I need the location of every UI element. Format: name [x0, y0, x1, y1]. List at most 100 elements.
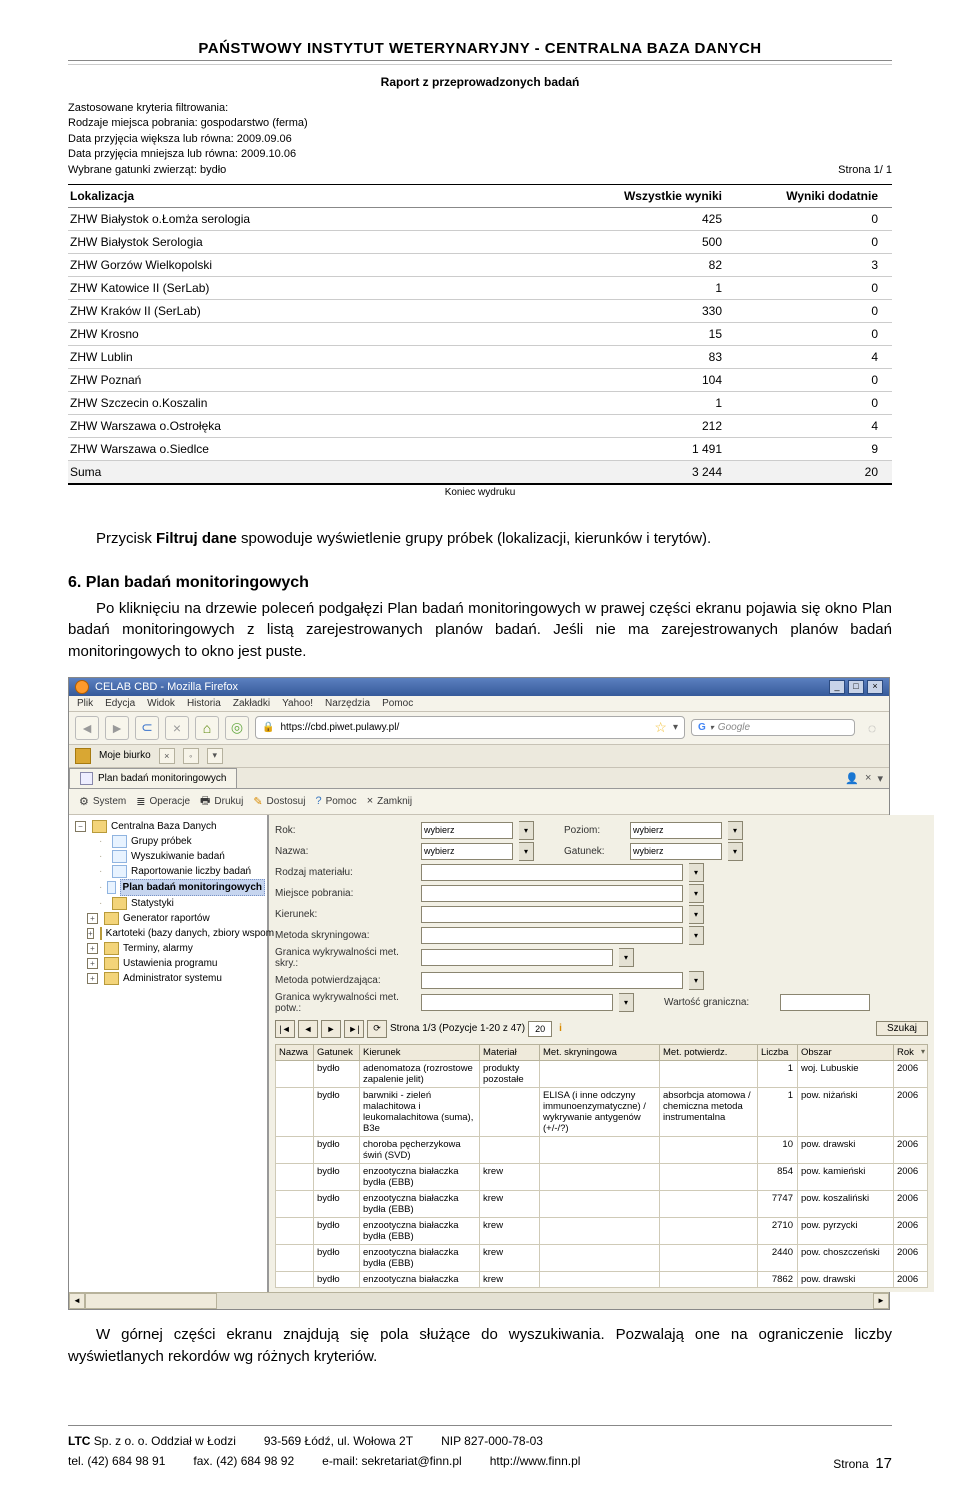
scroll-right-icon[interactable]: ►	[873, 1293, 889, 1309]
maximize-button[interactable]: □	[848, 680, 864, 694]
tab-plan-badan[interactable]: Plan badań monitoringowych	[69, 768, 237, 788]
dropdown-icon[interactable]: ▾	[519, 842, 534, 861]
desk-dropdown-icon[interactable]: ▾	[207, 748, 223, 764]
tree-item[interactable]: Statystyki	[131, 896, 174, 911]
tb-system[interactable]: ⚙System	[79, 795, 126, 808]
bookmark-star-icon[interactable]: ☆	[654, 719, 667, 736]
grid-row[interactable]: bydłoenzootyczna białaczkakrew7862pow. d…	[276, 1271, 928, 1287]
field-input[interactable]	[780, 994, 870, 1011]
grid-header[interactable]: Met. skryningowa	[540, 1044, 660, 1060]
user-icon[interactable]: 👤	[845, 772, 859, 785]
pager-refresh-icon[interactable]: ⟳	[367, 1020, 387, 1038]
pager-prev-icon[interactable]: ◄	[298, 1020, 318, 1038]
field-input[interactable]	[421, 927, 683, 944]
back-button[interactable]: ◄	[75, 716, 99, 740]
horizontal-scrollbar[interactable]: ◄ ►	[69, 1292, 889, 1309]
url-dropdown-icon[interactable]: ▾	[673, 722, 678, 733]
reload-button[interactable]: ⊂	[135, 716, 159, 740]
home-button[interactable]: ⌂	[195, 716, 219, 740]
field-input[interactable]: wybierz	[630, 843, 722, 860]
grid-row[interactable]: bydłoenzootyczna białaczka bydła (EBB)kr…	[276, 1244, 928, 1271]
grid-row[interactable]: bydłoadenomatoza (rozrostowe zapalenie j…	[276, 1060, 928, 1087]
menu-edycja[interactable]: Edycja	[105, 698, 135, 709]
menu-narzedzia[interactable]: Narzędzia	[325, 698, 370, 709]
minimize-button[interactable]: _	[829, 680, 845, 694]
scroll-left-icon[interactable]: ◄	[69, 1293, 85, 1309]
tab-close-icon[interactable]: ×	[865, 772, 871, 785]
dropdown-icon[interactable]: ▾	[689, 884, 704, 903]
scroll-thumb[interactable]	[85, 1293, 217, 1309]
tree-item[interactable]: Ustawienia programu	[123, 956, 218, 971]
dropdown-icon[interactable]: ▾	[689, 863, 704, 882]
grid-row[interactable]: bydłochoroba pęcherzykowa świń (SVD)10po…	[276, 1136, 928, 1163]
tb-operacje[interactable]: ≣Operacje	[136, 795, 190, 808]
tree-expand-icon[interactable]: +	[87, 913, 98, 924]
field-input[interactable]: wybierz	[421, 843, 513, 860]
menu-plik[interactable]: Plik	[77, 698, 93, 709]
field-input[interactable]	[421, 972, 683, 989]
field-input[interactable]	[421, 885, 683, 902]
nav-tree[interactable]: −Centralna Baza Danych · Grupy próbek· W…	[69, 815, 269, 1292]
url-bar[interactable]: 🔒 https://cbd.piwet.pulawy.pl/ ☆ ▾	[255, 716, 685, 739]
forward-button[interactable]: ►	[105, 716, 129, 740]
dropdown-icon[interactable]: ▾	[689, 926, 704, 945]
menu-zakladki[interactable]: Zakładki	[233, 698, 270, 709]
tree-expand-icon[interactable]: +	[87, 928, 94, 939]
close-button[interactable]: ×	[867, 680, 883, 694]
tree-root[interactable]: Centralna Baza Danych	[111, 819, 217, 834]
grid-header[interactable]: Nazwa	[276, 1044, 314, 1060]
field-input[interactable]	[421, 994, 613, 1011]
tree-item[interactable]: Terminy, alarmy	[123, 941, 193, 956]
tree-item[interactable]: Generator raportów	[123, 911, 210, 926]
dropdown-icon[interactable]: ▾	[619, 993, 634, 1012]
tb-dostosuj[interactable]: ✎Dostosuj	[253, 795, 305, 808]
tree-item[interactable]: Kartoteki (bazy danych, zbiory wspom	[106, 926, 274, 941]
pager-last-icon[interactable]: ►|	[344, 1020, 364, 1038]
dropdown-icon[interactable]: ▾	[728, 842, 743, 861]
dropdown-icon[interactable]: ▾	[619, 948, 634, 967]
grid-header[interactable]: Liczba	[758, 1044, 798, 1060]
field-input[interactable]	[421, 864, 683, 881]
tb-pomoc[interactable]: ?Pomoc	[315, 795, 356, 807]
tree-item[interactable]: Grupy próbek	[131, 834, 192, 849]
desk-pin-icon[interactable]: ◦	[183, 748, 199, 764]
dropdown-icon[interactable]: ▾	[689, 905, 704, 924]
tab-dropdown-icon[interactable]: ▾	[877, 772, 883, 785]
menu-historia[interactable]: Historia	[187, 698, 221, 709]
grid-row[interactable]: bydłoenzootyczna białaczka bydła (EBB)kr…	[276, 1217, 928, 1244]
tree-item[interactable]: Plan badań monitoringowych	[120, 879, 265, 896]
search-box[interactable]: G▾ Google	[691, 719, 855, 736]
desk-close-icon[interactable]: ×	[159, 748, 175, 764]
search-button[interactable]: Szukaj	[876, 1021, 928, 1036]
menu-yahoo[interactable]: Yahoo!	[282, 698, 313, 709]
tree-expand-icon[interactable]: +	[87, 973, 98, 984]
grid-header[interactable]: Rok▾	[894, 1044, 928, 1060]
grid-header[interactable]: Kierunek	[360, 1044, 480, 1060]
tree-item[interactable]: Raportowanie liczby badań	[131, 864, 251, 879]
tree-item[interactable]: Wyszukiwanie badań	[131, 849, 225, 864]
tree-expand-icon[interactable]: +	[87, 958, 98, 969]
tb-zamknij[interactable]: ×Zamknij	[367, 795, 412, 807]
pager-next-icon[interactable]: ►	[321, 1020, 341, 1038]
grid-row[interactable]: bydłoenzootyczna białaczka bydła (EBB)kr…	[276, 1163, 928, 1190]
grid-header[interactable]: Obszar	[798, 1044, 894, 1060]
field-input[interactable]: wybierz	[630, 822, 722, 839]
results-grid[interactable]: NazwaGatunekKierunekMateriałMet. skrynin…	[275, 1044, 928, 1288]
field-input[interactable]	[421, 906, 683, 923]
stop-button[interactable]: ×	[165, 716, 189, 740]
pager-perpage[interactable]: 20	[528, 1021, 552, 1037]
grid-header[interactable]: Gatunek	[314, 1044, 360, 1060]
browser-menubar[interactable]: Plik Edycja Widok Historia Zakładki Yaho…	[69, 696, 889, 712]
grid-row[interactable]: bydłoenzootyczna białaczka bydła (EBB)kr…	[276, 1190, 928, 1217]
grid-row[interactable]: bydłobarwniki - zieleń malachitowa i leu…	[276, 1087, 928, 1136]
celab-icon[interactable]: ◎	[225, 716, 249, 740]
tb-drukuj[interactable]: 🖶Drukuj	[200, 792, 243, 811]
dropdown-icon[interactable]: ▾	[689, 971, 704, 990]
tree-collapse-icon[interactable]: −	[75, 821, 86, 832]
field-input[interactable]	[421, 949, 613, 966]
tree-expand-icon[interactable]: +	[87, 943, 98, 954]
dropdown-icon[interactable]: ▾	[519, 821, 534, 840]
field-input[interactable]: wybierz	[421, 822, 513, 839]
grid-header[interactable]: Met. potwierdz.	[660, 1044, 758, 1060]
menu-widok[interactable]: Widok	[147, 698, 175, 709]
